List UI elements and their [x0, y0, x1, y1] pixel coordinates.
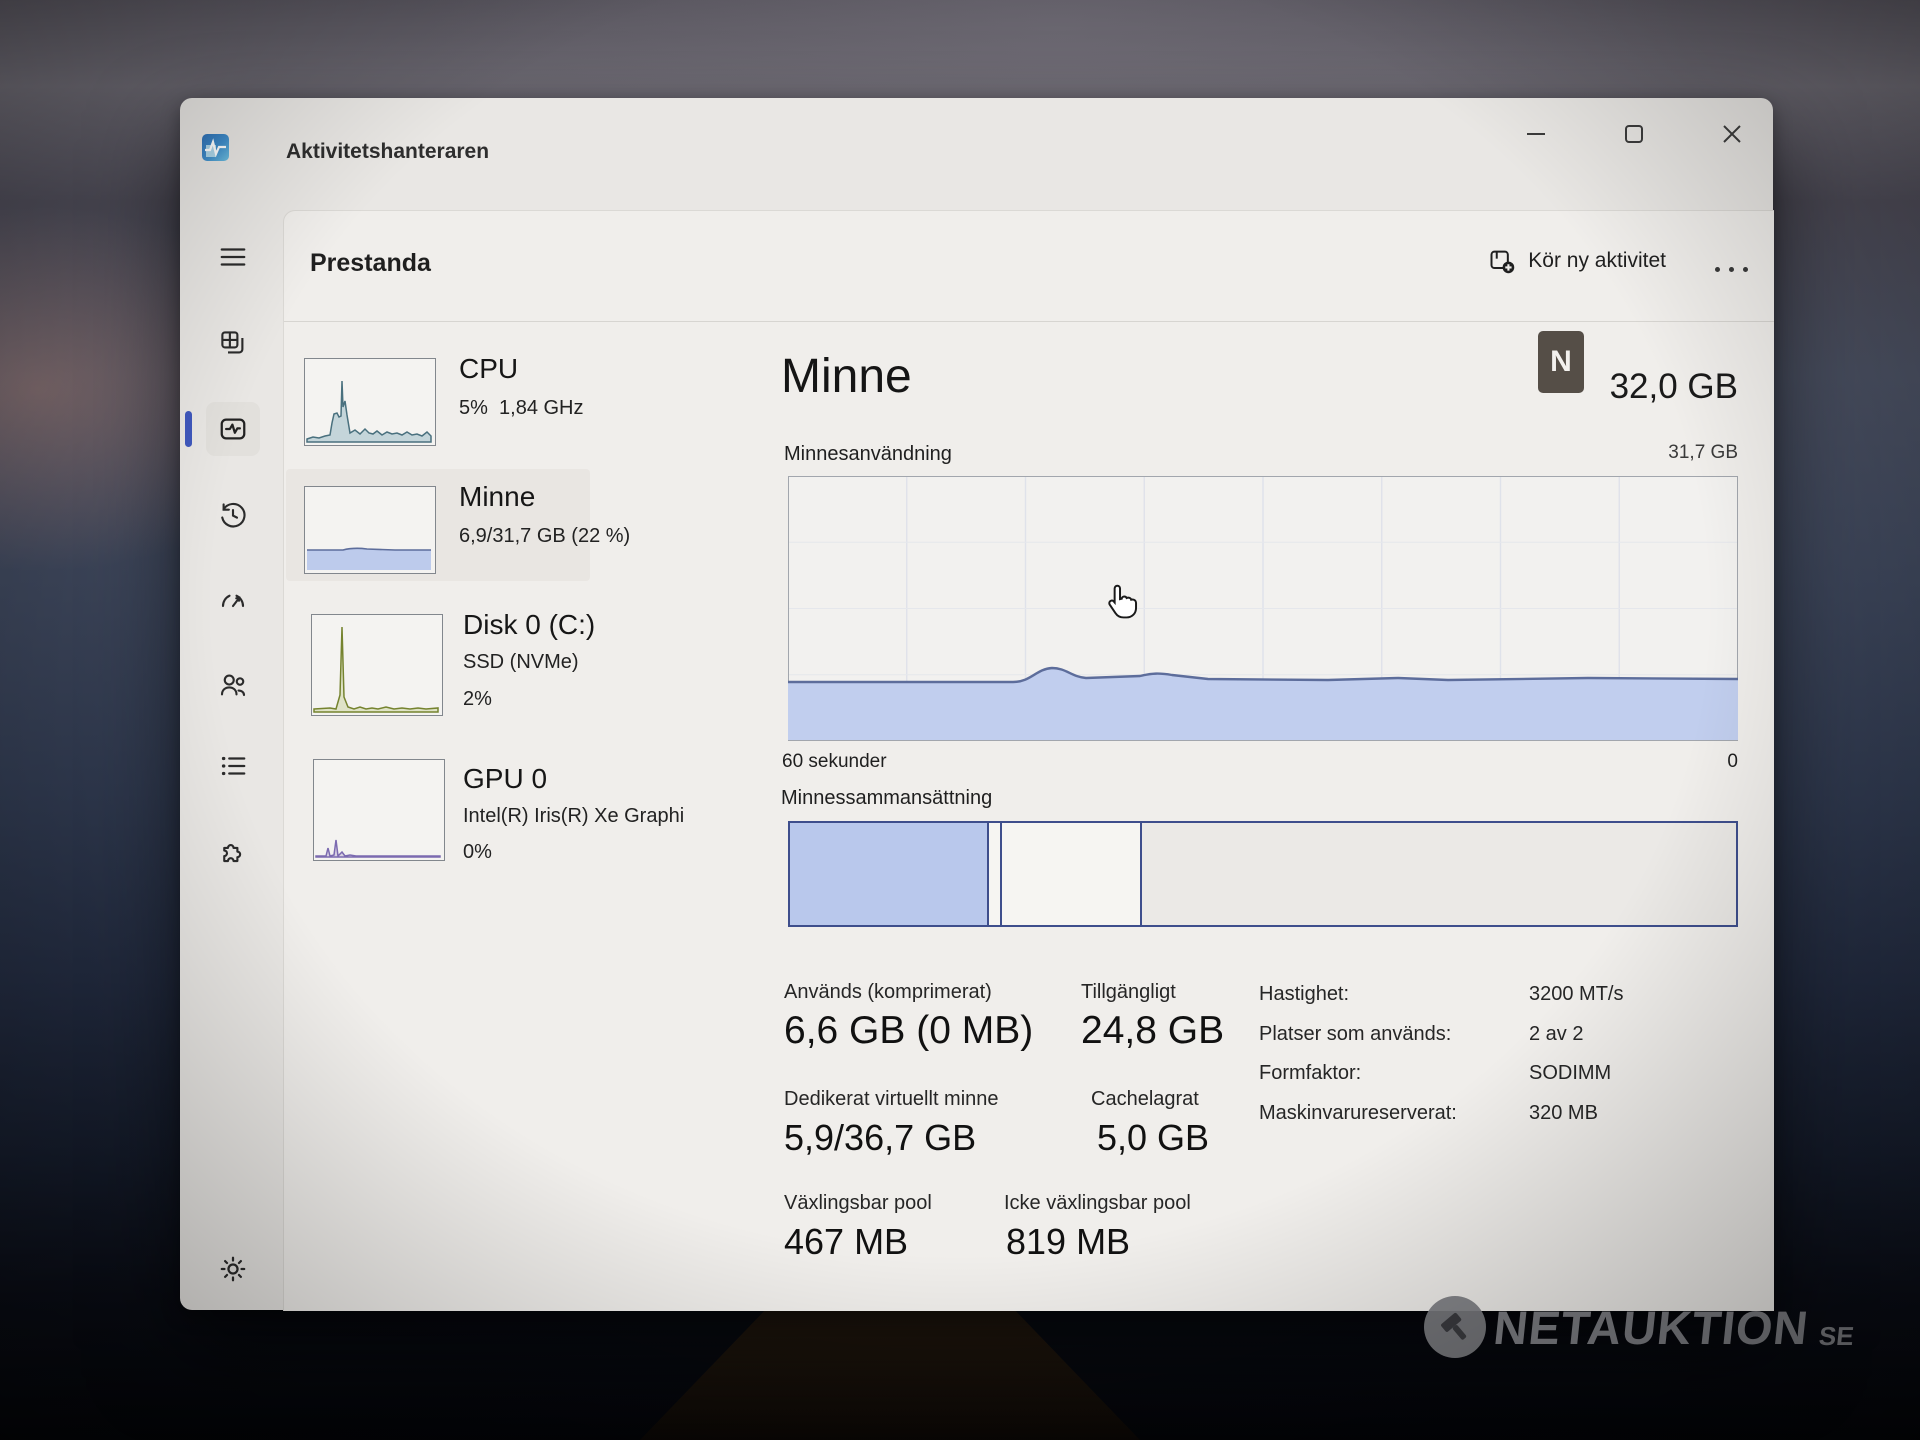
menu-icon[interactable] [208, 232, 258, 282]
memory-total: 32,0 GB [1609, 367, 1738, 406]
x-axis-left-label: 60 sekunder [782, 751, 887, 772]
memory-title: Minne [459, 481, 536, 512]
cpu-sparkline [306, 380, 432, 443]
page-title: Prestanda [310, 249, 431, 277]
gpu-title: GPU 0 [463, 763, 548, 794]
composition-standby [1002, 823, 1143, 925]
task-manager-app-icon [202, 134, 229, 161]
settings-icon[interactable] [208, 1244, 258, 1294]
stat-label: Dedikerat virtuellt minne [784, 1088, 999, 1110]
detail-value: 2 av 2 [1529, 1023, 1584, 1045]
new-task-icon [1488, 247, 1516, 275]
disk-usage: 2% [463, 688, 492, 710]
detail-label: Hastighet: [1259, 983, 1350, 1005]
watermark: NETAUKTION SE [1424, 1296, 1855, 1358]
detail-value: 3200 MT/s [1529, 983, 1624, 1005]
watermark-brand: NETAUKTION [1491, 1300, 1812, 1354]
memory-sparkline [307, 547, 431, 570]
processes-icon[interactable] [208, 318, 258, 368]
composition-label: Minnessammansättning [781, 787, 993, 809]
wallpaper-pier [640, 1305, 1140, 1440]
detail-label: Maskinvarureserverat: [1259, 1102, 1457, 1124]
detail-label: Formfaktor: [1259, 1062, 1362, 1084]
disk-type: SSD (NVMe) [463, 651, 579, 673]
stat-value: 5,0 GB [1097, 1117, 1210, 1158]
disk-title: Disk 0 (C:) [463, 609, 596, 640]
users-icon[interactable] [208, 660, 258, 710]
close-button[interactable] [1699, 112, 1765, 156]
app-history-icon[interactable] [208, 490, 258, 540]
usage-chart-label: Minnesanvändning [784, 443, 952, 465]
cpu-stats: 5% 1,84 GHz [459, 397, 584, 419]
gpu-name: Intel(R) Iris(R) Xe Graphi [463, 805, 685, 827]
x-axis-right-label: 0 [1727, 751, 1738, 772]
stat-value: 5,9/36,7 GB [784, 1117, 977, 1158]
startup-apps-icon[interactable] [208, 576, 258, 626]
services-icon[interactable] [208, 826, 258, 876]
stat-value: 467 MB [784, 1221, 909, 1262]
stat-value: 819 MB [1006, 1221, 1131, 1262]
details-icon[interactable] [208, 741, 258, 791]
watermark-tld: SE [1817, 1321, 1855, 1351]
header-divider [284, 321, 1774, 322]
memory-composition-bar [788, 821, 1738, 927]
photo-of-screen: Aktivitetshanteraren Prestanda Kör ny ak… [0, 0, 1920, 1440]
memory-stats: 6,9/31,7 GB (22 %) [459, 525, 631, 547]
task-manager-window: Aktivitetshanteraren Prestanda Kör ny ak… [180, 98, 1774, 1311]
hand-cursor [1108, 584, 1138, 619]
more-options-button[interactable] [1715, 267, 1748, 272]
gavel-icon [1424, 1296, 1486, 1358]
maximize-button[interactable] [1601, 112, 1667, 156]
composition-modified [988, 823, 1003, 925]
memory-page-title: Minne [781, 350, 912, 403]
minimize-button[interactable] [1503, 112, 1569, 156]
stat-label: Används (komprimerat) [784, 981, 992, 1003]
gpu-sparkline [315, 839, 441, 858]
performance-panel: Prestanda Kör ny aktivitet CPU 5% 1,84 G… [283, 210, 1774, 1311]
stat-label: Cachelagrat [1091, 1088, 1199, 1110]
selected-item-indicator [185, 411, 192, 447]
stat-label: Tillgängligt [1081, 981, 1176, 1003]
chart-scale-max: 31,7 GB [1668, 442, 1738, 463]
stat-label: Växlingsbar pool [784, 1192, 932, 1214]
gpu-usage: 0% [463, 841, 492, 863]
detail-label: Platser som används: [1259, 1023, 1452, 1045]
run-new-task-button[interactable]: Kör ny aktivitet [1488, 247, 1666, 275]
stat-value: 24,8 GB [1081, 1009, 1225, 1052]
cpu-title: CPU [459, 353, 519, 384]
run-new-task-label: Kör ny aktivitet [1528, 249, 1666, 272]
disk-sparkline [313, 626, 439, 713]
performance-icon[interactable] [208, 404, 258, 454]
memory-usage-chart [788, 476, 1738, 741]
composition-in-use [790, 823, 989, 925]
stat-value: 6,6 GB (0 MB) [784, 1009, 1034, 1052]
stat-label: Icke växlingsbar pool [1004, 1192, 1191, 1214]
window-title: Aktivitetshanteraren [286, 140, 490, 163]
detail-value: SODIMM [1529, 1062, 1612, 1084]
detail-value: 320 MB [1529, 1102, 1598, 1124]
access-key-badge: N [1538, 331, 1584, 393]
